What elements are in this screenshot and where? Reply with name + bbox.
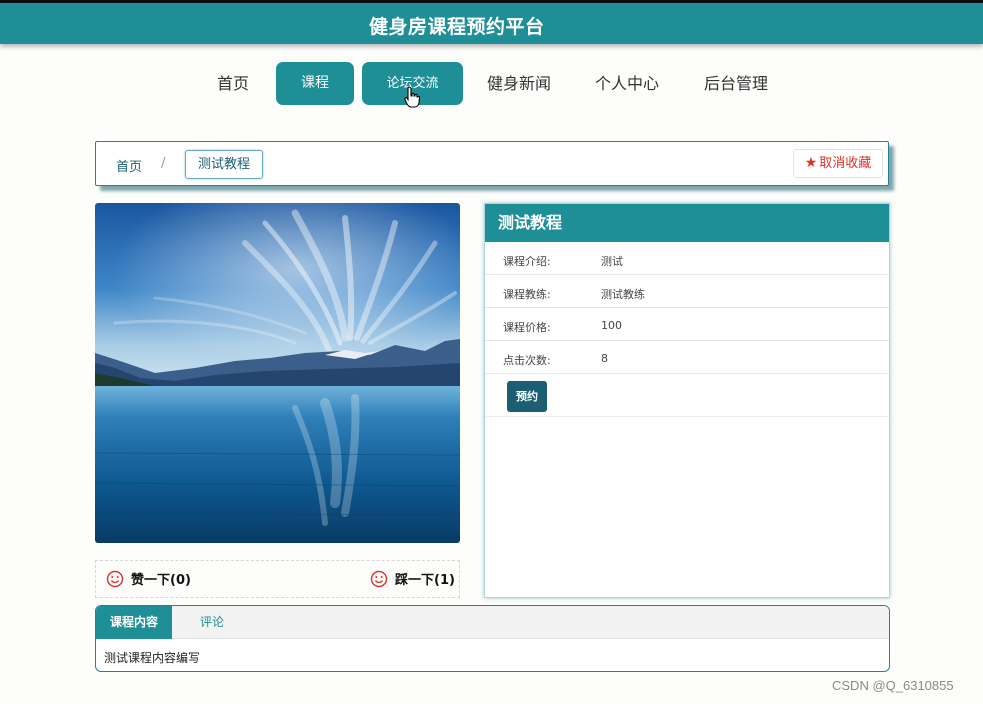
star-icon: ★ (804, 155, 818, 171)
info-row-intro: 课程介绍: 测试 (485, 242, 889, 275)
nav-courses[interactable]: 课程 (276, 62, 354, 105)
like-button[interactable]: 赞一下(0) (106, 569, 191, 588)
smile-icon (106, 570, 124, 587)
info-label: 课程教练: (503, 288, 551, 301)
unfavorite-label: 取消收藏 (819, 156, 872, 171)
like-count-label: 赞一下(0) (131, 573, 191, 588)
info-value: 测试 (601, 255, 623, 268)
tab-comments[interactable]: 评论 (172, 606, 252, 639)
dislike-button[interactable]: 踩一下(1) (370, 569, 455, 588)
watermark: CSDN @Q_6310855 (832, 678, 954, 693)
tab-course-content[interactable]: 课程内容 (96, 606, 172, 639)
course-tabs-panel: 课程内容 评论 测试课程内容编写 (95, 605, 890, 672)
site-title: 健身房课程预约平台 (369, 16, 545, 38)
info-label: 课程价格: (503, 321, 551, 334)
top-header-bar: 健身房课程预约平台 (0, 0, 983, 44)
info-row-clicks: 点击次数: 8 (485, 341, 889, 374)
info-value: 8 (601, 352, 608, 365)
breadcrumb-home-link[interactable]: 首页 (116, 156, 142, 175)
info-row-coach: 课程教练: 测试教练 (485, 275, 889, 308)
nav-fitness-news[interactable]: 健身新闻 (480, 62, 558, 105)
vote-bar: 赞一下(0) 踩一下(1) (95, 560, 460, 598)
course-info-panel: 测试教程 课程介绍: 测试 课程教练: 测试教练 课程价格: 100 点击次数:… (484, 203, 890, 598)
divider (485, 416, 889, 417)
nav-personal-center[interactable]: 个人中心 (588, 62, 666, 105)
tabs-header: 课程内容 评论 (96, 606, 889, 639)
info-value: 100 (601, 319, 622, 332)
info-label: 课程介绍: (503, 255, 551, 268)
tab-content-text: 测试课程内容编写 (104, 651, 201, 665)
info-value: 测试教练 (601, 288, 645, 301)
breadcrumb-separator: / (161, 156, 166, 171)
nav-admin[interactable]: 后台管理 (697, 62, 775, 105)
book-button[interactable]: 预约 (507, 381, 547, 412)
course-image (95, 203, 460, 543)
unfavorite-button[interactable]: ★ 取消收藏 (793, 149, 883, 178)
nav-home[interactable]: 首页 (205, 62, 261, 105)
hand-cursor-icon (404, 86, 420, 108)
info-label: 点击次数: (503, 354, 551, 367)
course-title: 测试教程 (485, 204, 889, 242)
breadcrumb: 首页 / 测试教程 ★ 取消收藏 (95, 141, 889, 186)
main-nav: 首页 课程 论坛交流 健身新闻 个人中心 后台管理 (0, 62, 983, 106)
breadcrumb-current[interactable]: 测试教程 (185, 150, 263, 179)
smile-icon (370, 570, 388, 587)
dislike-count-label: 踩一下(1) (395, 573, 455, 588)
info-row-price: 课程价格: 100 (485, 308, 889, 341)
landscape-image-icon (95, 203, 460, 543)
